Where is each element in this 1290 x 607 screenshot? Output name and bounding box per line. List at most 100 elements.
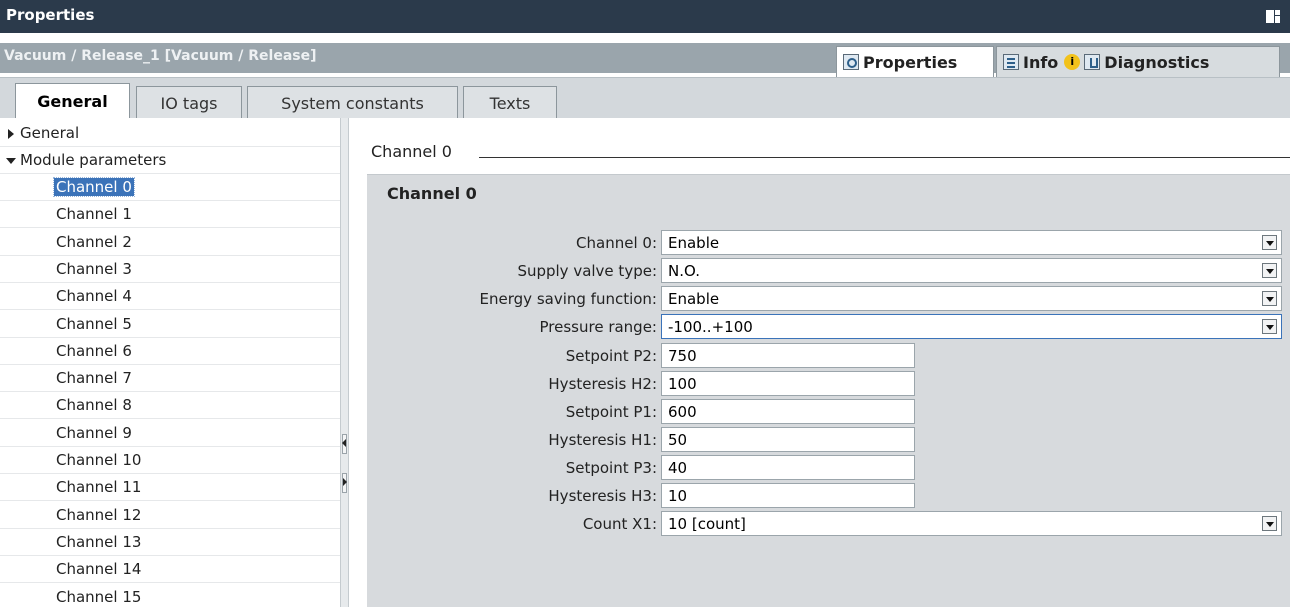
pane-splitter[interactable] [340,118,349,607]
dropdown-arrow-icon[interactable] [1262,319,1277,334]
tab-info-label: Info [1023,52,1059,72]
dock-window-icon[interactable] [1266,10,1280,23]
tree-item-label: Channel 13 [56,532,142,551]
tree-item-label: Channel 7 [56,369,132,388]
tree-item-channel[interactable]: Channel 9 [0,420,340,447]
tree-item-channel[interactable]: Channel 12 [0,502,340,529]
tree-item-label: Channel 10 [56,451,142,469]
parameter-label: Setpoint P3: [565,459,657,477]
tree-item-channel[interactable]: Channel 10 [0,447,340,474]
section-heading: Channel 0 [371,142,458,161]
tree-item-label: Channel 15 [56,587,142,606]
tab-io-tags[interactable]: IO tags [136,86,242,119]
tree-item-channel[interactable]: Channel 7 [0,365,340,393]
tree-item-channel[interactable]: Channel 13 [0,529,340,556]
collapse-arrow-icon[interactable] [6,158,16,164]
tab-system-constants[interactable]: System constants [247,86,458,119]
parameter-label: Hysteresis H2: [548,375,657,393]
parameter-dropdown[interactable]: -100..+100 [661,314,1282,339]
parameter-value: 100 [668,375,697,393]
tree-item-label: Channel 4 [56,287,132,306]
parameter-value: 50 [668,431,688,449]
tab-properties[interactable]: Properties [836,46,994,77]
parameter-row: Setpoint P1: 600 [367,399,1290,424]
tree-item-label: Channel 11 [56,478,142,497]
tree-item-label: Channel 1 [56,205,132,224]
dropdown-arrow-icon[interactable] [1262,516,1277,531]
parameter-row: Hysteresis H2: 100 [367,371,1290,396]
parameter-row: Count X1: 10 [count] [367,511,1290,536]
tab-info[interactable]: Info i Diagnostics [996,46,1280,77]
parameter-input[interactable]: 100 [661,371,915,396]
tree-item-channel[interactable]: Channel 0 [0,174,340,201]
parameter-label: Supply valve type: [517,262,657,280]
tree-item-channel[interactable]: Channel 6 [0,338,340,365]
tree-item-label: Channel 8 [56,396,132,415]
tree-item-label: Channel 9 [56,423,132,442]
dropdown-arrow-icon[interactable] [1262,263,1277,278]
dropdown-arrow-icon[interactable] [1262,291,1277,306]
channel-panel: Channel 0 Channel 0: Enable Supply valve t… [367,174,1290,607]
tree-item-channel[interactable]: Channel 3 [0,256,340,283]
parameter-label: Setpoint P2: [565,347,657,365]
parameter-value: 40 [668,459,688,477]
panel-title: Channel 0 [387,184,477,203]
tree-item-general[interactable]: General [0,120,340,147]
parameter-row: Supply valve type: N.O. [367,258,1290,283]
tree-item-channel[interactable]: Channel 1 [0,201,340,229]
info-badge-icon: i [1064,54,1081,70]
parameter-value: 10 [count] [668,515,746,533]
tab-diagnostics-label[interactable]: Diagnostics [1104,53,1209,72]
parameter-label: Pressure range: [539,318,658,336]
parameter-row: Energy saving function: Enable [367,286,1290,311]
tree-item-channel[interactable]: Channel 4 [0,283,340,311]
tree-item-label: Channel 3 [56,259,132,278]
parameter-dropdown[interactable]: Enable [661,230,1282,255]
parameter-label: Hysteresis H1: [548,431,657,449]
parameter-value: Enable [668,234,720,252]
tree-item-channel[interactable]: Channel 8 [0,392,340,420]
object-name: Vacuum / Release_1 [Vacuum / Release] [4,48,317,64]
info-list-icon [1003,54,1019,70]
parameter-row: Setpoint P2: 750 [367,343,1290,368]
parameter-input[interactable]: 50 [661,427,915,452]
window-title: Properties [6,6,95,24]
parameter-editor: Channel 0 Channel 0 Channel 0: Enable Supp… [349,118,1290,607]
parameter-label: Energy saving function: [479,290,657,308]
parameter-value: Enable [668,290,720,308]
tab-general[interactable]: General [15,83,130,119]
parameter-label: Count X1: [582,515,657,533]
tree-item-module-parameters[interactable]: Module parameters [0,147,340,174]
parameter-input[interactable]: 40 [661,455,915,480]
expand-arrow-icon[interactable] [8,129,14,139]
parameter-value: 600 [668,403,697,421]
parameter-dropdown[interactable]: Enable [661,286,1282,311]
parameter-input[interactable]: 750 [661,343,915,368]
section-divider [479,157,1290,158]
parameter-dropdown[interactable]: N.O. [661,258,1282,283]
parameter-value: -100..+100 [668,318,753,336]
tree-item-channel[interactable]: Channel 14 [0,556,340,584]
parameter-row: Setpoint P3: 40 [367,455,1290,480]
parameter-label: Channel 0: [576,234,657,252]
diagnostics-icon[interactable] [1084,54,1101,70]
dropdown-arrow-icon[interactable] [1262,235,1277,250]
parameter-value: 750 [668,347,697,365]
tab-texts[interactable]: Texts [463,86,557,119]
tree-item-label: General [20,124,80,142]
parameter-row: Pressure range: -100..+100 [367,314,1290,339]
tree-item-label: Channel 6 [56,341,132,360]
parameter-row: Hysteresis H1: 50 [367,427,1290,452]
tree-item-channel[interactable]: Channel 5 [0,311,340,338]
arrow-left-icon [342,439,346,447]
parameter-input[interactable]: 10 [661,483,915,508]
tree-item-channel[interactable]: Channel 15 [0,584,340,607]
parameter-dropdown[interactable]: 10 [count] [661,511,1282,536]
parameter-row: Channel 0: Enable [367,230,1290,255]
tree-item-label: Channel 5 [56,314,132,333]
parameter-input[interactable]: 600 [661,399,915,424]
tab-properties-label: Properties [863,52,958,72]
tree-item-channel[interactable]: Channel 2 [0,229,340,256]
tree-item-channel[interactable]: Channel 11 [0,474,340,502]
magnifier-icon [843,54,859,70]
